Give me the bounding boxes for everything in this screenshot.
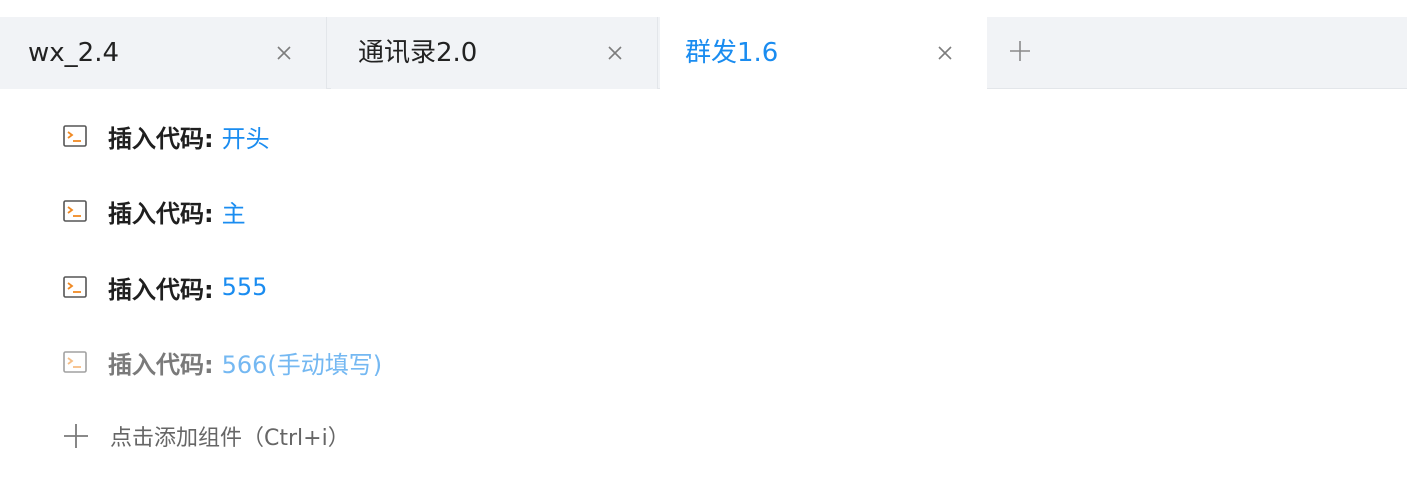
app-window: wx_2.4 通讯录2.0 群发1.6 插入代码: 开头 插入代码: 主 插入代… [0, 0, 1407, 503]
tab-label: 通讯录2.0 [358, 38, 478, 68]
close-icon[interactable] [935, 43, 955, 63]
row-value[interactable]: 555 [222, 273, 268, 301]
list-item[interactable]: 插入代码: 555 [62, 267, 267, 307]
terminal-code-icon [63, 276, 87, 298]
tab-wx[interactable]: wx_2.4 [0, 17, 327, 89]
component-list: 插入代码: 开头 插入代码: 主 插入代码: 555 插入代码: 566(手动填… [0, 90, 1407, 503]
tab-mass-send[interactable]: 群发1.6 [660, 17, 987, 89]
row-value[interactable]: 主 [222, 194, 246, 229]
terminal-code-icon [63, 200, 87, 222]
list-item[interactable]: 插入代码: 主 [62, 191, 246, 231]
row-value[interactable]: 566(手动填写) [222, 345, 383, 380]
row-label: 插入代码: [108, 350, 214, 379]
close-icon[interactable] [605, 43, 625, 63]
row-value[interactable]: 开头 [222, 119, 270, 154]
tab-bar: wx_2.4 通讯录2.0 群发1.6 [0, 17, 1407, 89]
close-icon[interactable] [274, 43, 294, 63]
row-label: 插入代码: [108, 124, 214, 153]
terminal-code-icon [63, 125, 87, 147]
list-item[interactable]: 插入代码: 566(手动填写) [62, 342, 382, 382]
terminal-code-icon [63, 351, 87, 373]
tab-label: 群发1.6 [685, 38, 779, 68]
tab-label: wx_2.4 [28, 38, 119, 68]
plus-icon[interactable] [1008, 39, 1032, 63]
tab-contacts[interactable]: 通讯录2.0 [331, 17, 658, 89]
list-item[interactable]: 插入代码: 开头 [62, 116, 270, 156]
top-strip [0, 0, 1407, 17]
row-label: 插入代码: [108, 275, 214, 304]
row-label: 插入代码: [108, 199, 214, 228]
plus-icon [64, 424, 88, 448]
add-component-button[interactable]: 点击添加组件（Ctrl+i） [62, 416, 350, 456]
add-component-label: 点击添加组件（Ctrl+i） [110, 426, 350, 451]
